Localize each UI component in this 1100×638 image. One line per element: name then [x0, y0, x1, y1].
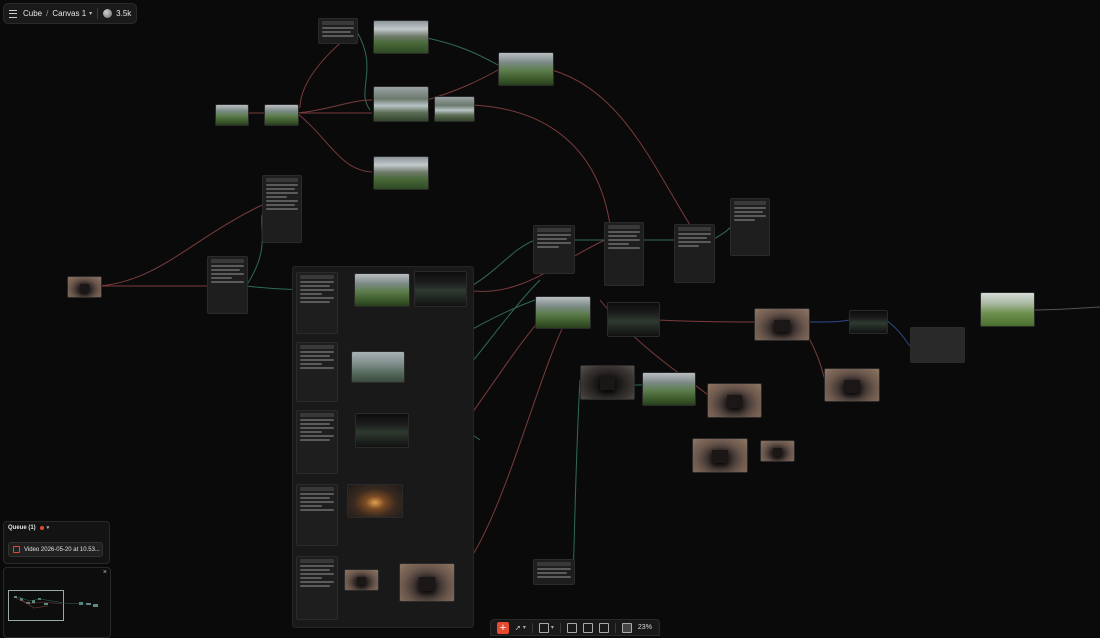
image-node[interactable]: [434, 96, 475, 122]
zoom-level[interactable]: 23%: [638, 624, 652, 631]
cursor-icon[interactable]: ➚: [515, 624, 521, 632]
text-node[interactable]: [730, 198, 770, 256]
image-node[interactable]: [580, 365, 635, 400]
minimap[interactable]: ×: [3, 567, 111, 638]
image-node[interactable]: [607, 302, 660, 337]
canvas-name[interactable]: Canvas 1: [52, 9, 86, 18]
map-icon[interactable]: [621, 622, 632, 633]
text-node[interactable]: [674, 224, 715, 283]
text-node[interactable]: [318, 18, 358, 44]
text-node[interactable]: [296, 342, 338, 402]
image-node[interactable]: [707, 383, 762, 418]
minimap-graph: [14, 596, 98, 609]
image-node[interactable]: [980, 292, 1035, 327]
project-header: Cube / Canvas 1 ▾ 3.5k: [3, 3, 138, 24]
grid-node[interactable]: [910, 327, 965, 363]
divider: [614, 622, 616, 633]
video-icon: [13, 546, 20, 553]
file-icon[interactable]: [566, 622, 577, 633]
text-node[interactable]: [296, 484, 338, 546]
image-node[interactable]: [215, 104, 249, 126]
menu-icon[interactable]: [9, 9, 17, 18]
text-node[interactable]: [296, 556, 338, 620]
text-node[interactable]: [296, 410, 338, 474]
divider: [559, 622, 561, 633]
queue-item[interactable]: Video 2026-05-20 at 10.53...: [8, 542, 103, 557]
image-node[interactable]: [849, 310, 888, 334]
text-node[interactable]: [262, 175, 302, 243]
queue-title: Queue (1): [8, 525, 36, 531]
image-node[interactable]: [498, 52, 554, 86]
user-count-label: 3.5k: [116, 9, 132, 18]
image-node[interactable]: [373, 86, 429, 122]
image-node[interactable]: [535, 296, 591, 329]
chevron-down-icon[interactable]: ▾: [47, 525, 50, 531]
image-node[interactable]: [754, 308, 810, 341]
image-node[interactable]: [347, 484, 403, 518]
text-node[interactable]: [604, 222, 644, 286]
text-node[interactable]: [533, 225, 575, 274]
image-node[interactable]: [824, 368, 880, 402]
image-node[interactable]: [692, 438, 748, 473]
queue-status-dot: [39, 526, 44, 530]
grid-icon[interactable]: [598, 622, 609, 633]
text-node[interactable]: [533, 559, 575, 585]
image-icon[interactable]: [582, 622, 593, 633]
image-node[interactable]: [373, 20, 429, 54]
project-name[interactable]: Cube: [23, 9, 42, 18]
add-node-button[interactable]: +: [497, 621, 509, 634]
user-count[interactable]: 3.5k: [98, 4, 136, 23]
queue-item-label: Video 2026-05-20 at 10.53...: [24, 546, 100, 553]
breadcrumb-separator: /: [46, 9, 49, 18]
image-node[interactable]: [760, 440, 795, 462]
image-node[interactable]: [414, 271, 467, 307]
avatar: [103, 9, 113, 18]
note-icon[interactable]: [538, 622, 549, 633]
chevron-down-icon[interactable]: ▾: [523, 624, 526, 631]
image-node[interactable]: [399, 563, 455, 602]
breadcrumb[interactable]: Cube / Canvas 1 ▾: [4, 4, 97, 23]
image-node[interactable]: [373, 156, 429, 190]
image-node[interactable]: [354, 273, 410, 307]
text-node[interactable]: [207, 256, 248, 314]
image-node[interactable]: [67, 276, 102, 298]
chevron-down-icon[interactable]: ▾: [551, 624, 554, 631]
image-node[interactable]: [264, 104, 299, 126]
image-node[interactable]: [351, 351, 405, 383]
bottom-toolbar: + ➚ ▾ ▾ 23%: [490, 619, 660, 636]
queue-panel[interactable]: Queue (1) ▾ Video 2026-05-20 at 10.53...: [3, 521, 110, 564]
image-node[interactable]: [344, 569, 379, 591]
image-node[interactable]: [355, 413, 409, 448]
text-node[interactable]: [296, 272, 338, 334]
divider: [531, 622, 533, 633]
node-canvas[interactable]: [0, 0, 1100, 636]
chevron-down-icon[interactable]: ▾: [89, 10, 92, 17]
image-node[interactable]: [642, 372, 696, 406]
